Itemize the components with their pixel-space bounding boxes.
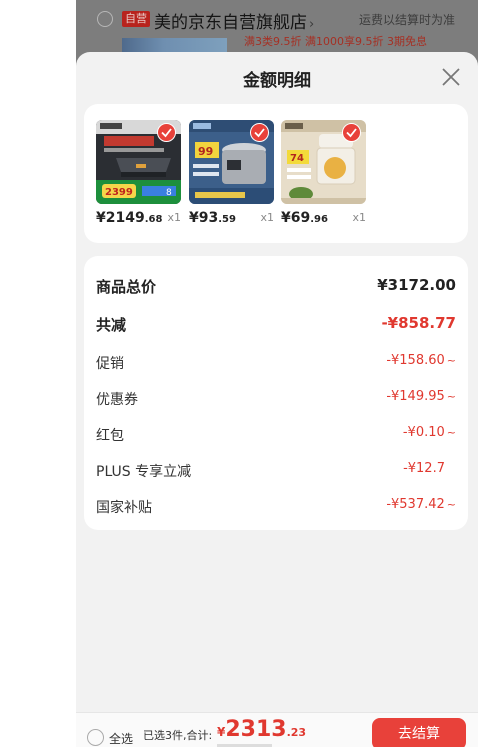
amount-detail-sheet: 金额明细 2399 8 ¥2149.68 x1 99 ¥93.59 x1 74 … — [76, 52, 478, 712]
sheet-title: 金额明细 — [243, 71, 311, 91]
expand-icon: ~ — [446, 354, 456, 367]
store-promo-text: 满3类9.5折 满1000享9.5折 3期免息 — [244, 35, 427, 48]
price-decimal: .59 — [218, 214, 236, 225]
product-quantity: x1 — [260, 211, 274, 224]
left-margin — [0, 0, 76, 747]
product-price: ¥2149.68 — [96, 210, 162, 226]
total-discount-value: -¥858.77 — [381, 314, 456, 332]
total-discount-row: 共减 -¥858.77 — [96, 314, 456, 336]
coupon-row[interactable]: 优惠券 -¥149.95 ~ — [96, 389, 456, 411]
app-screen: 自营 美的京东自营旗舰店 › 运费以结算时为准 满3类9.5折 满1000享9.5… — [76, 0, 478, 747]
price-main: ¥69 — [281, 210, 311, 226]
total-main: 2313 — [225, 717, 287, 742]
checkout-button[interactable]: 去结算 — [372, 718, 466, 747]
coupon-value: -¥149.95 — [386, 389, 445, 404]
product-quantity: x1 — [352, 211, 366, 224]
product-item[interactable]: 99 ¥93.59 x1 — [189, 120, 274, 226]
red-packet-value: -¥0.10 — [402, 425, 445, 440]
self-operated-badge: 自营 — [122, 11, 150, 27]
right-margin — [478, 0, 500, 747]
price-decimal: .68 — [144, 214, 163, 225]
plus-discount-value: -¥12.7 — [403, 461, 445, 476]
plus-discount-label: PLUS 专享立减 — [96, 464, 192, 480]
selected-check-icon — [157, 123, 176, 142]
svg-text:8: 8 — [166, 188, 172, 198]
product-price: ¥93.59 — [189, 210, 236, 226]
product-item[interactable]: 74 ¥69.96 x1 — [281, 120, 366, 226]
total-decimal: .23 — [286, 726, 307, 739]
svg-text:99: 99 — [198, 145, 213, 158]
promotion-label: 促销 — [96, 356, 124, 372]
plus-discount-row: PLUS 专享立减 -¥12.7 — [96, 461, 456, 483]
expand-icon: ~ — [446, 426, 456, 439]
selected-check-icon — [342, 123, 361, 142]
product-banner-peek — [122, 38, 227, 52]
red-packet-value-group: -¥0.10 ~ — [403, 425, 456, 440]
amount-breakdown-card: 商品总价 ¥3172.00 共减 -¥858.77 促销 -¥158.60 ~ 优… — [84, 256, 468, 530]
selected-check-icon — [250, 123, 269, 142]
promotion-value: -¥158.60 — [386, 353, 445, 368]
cart-total-amount[interactable]: ¥2313.23 — [217, 717, 306, 742]
select-all-label[interactable]: 全选 — [109, 730, 133, 747]
store-select-radio[interactable] — [97, 11, 113, 27]
subsidy-value-group: -¥537.42 ~ — [386, 497, 456, 512]
store-name: 美的京东自营旗舰店 — [154, 13, 307, 33]
coupon-label: 优惠券 — [96, 392, 138, 408]
expand-icon: ~ — [446, 498, 456, 511]
svg-text:74: 74 — [290, 153, 304, 164]
chevron-right-icon: › — [309, 17, 315, 32]
goods-total-row: 商品总价 ¥3172.00 — [96, 276, 456, 298]
red-packet-row[interactable]: 红包 -¥0.10 ~ — [96, 425, 456, 447]
checkout-bar: 全选 已选3件,合计: ¥2313.23 去结算 — [76, 712, 478, 747]
product-item[interactable]: 2399 8 ¥2149.68 x1 — [96, 120, 181, 226]
promotion-value-group: -¥158.60 ~ — [386, 353, 456, 368]
national-subsidy-row[interactable]: 国家补贴 -¥537.42 ~ — [96, 497, 456, 519]
select-all-radio[interactable] — [87, 729, 104, 746]
price-decimal: .96 — [310, 214, 328, 225]
shipping-note: 运费以结算时为准 — [358, 13, 455, 27]
coupon-value-group: -¥149.95 ~ — [386, 389, 456, 404]
price-main: ¥2149 — [96, 210, 145, 226]
goods-total-value: ¥3172.00 — [377, 276, 456, 294]
selected-count-text: 已选3件,合计: — [143, 729, 213, 742]
promotion-row[interactable]: 促销 -¥158.60 ~ — [96, 353, 456, 375]
expand-icon: ~ — [446, 390, 456, 403]
close-icon[interactable] — [440, 66, 462, 88]
red-packet-label: 红包 — [96, 428, 124, 444]
store-name-link[interactable]: 美的京东自营旗舰店 › — [154, 8, 314, 33]
product-list-card: 2399 8 ¥2149.68 x1 99 ¥93.59 x1 74 ¥69.9… — [84, 104, 468, 243]
national-subsidy-value: -¥537.42 — [386, 497, 445, 512]
goods-total-label: 商品总价 — [96, 278, 157, 296]
total-discount-label: 共减 — [96, 316, 127, 334]
price-main: ¥93 — [189, 210, 219, 226]
product-price: ¥69.96 — [281, 210, 328, 226]
svg-text:2399: 2399 — [105, 187, 133, 198]
product-quantity: x1 — [167, 211, 181, 224]
national-subsidy-label: 国家补贴 — [96, 500, 152, 516]
